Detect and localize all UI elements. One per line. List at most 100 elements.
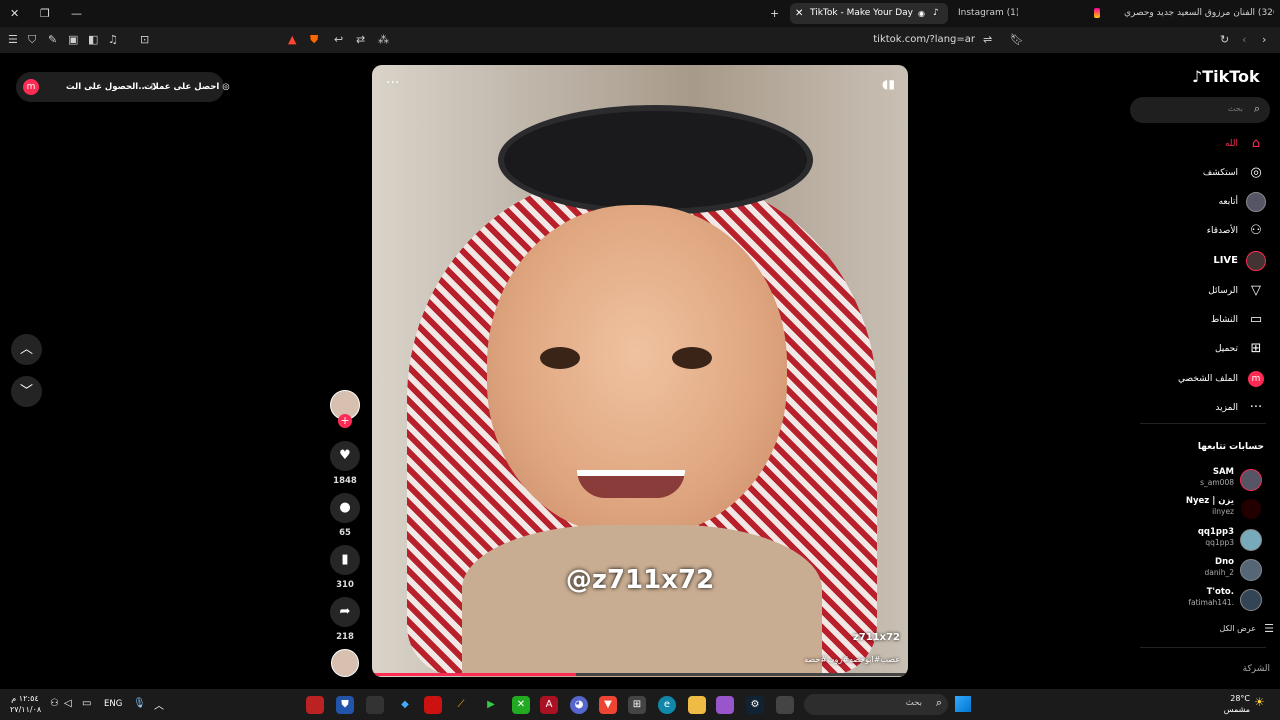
brave-rewards-icon[interactable]: ▲ xyxy=(288,27,296,53)
new-tab-icon[interactable]: + xyxy=(770,0,779,27)
site-settings-icon[interactable]: ⇌ xyxy=(983,27,992,53)
nav-friends[interactable]: الأصدقاء ⚇ xyxy=(1130,219,1266,243)
weather-widget[interactable]: 28°C مشمس xyxy=(1214,693,1250,715)
reload-icon[interactable]: ↻ xyxy=(1220,27,1229,53)
music-icon[interactable]: ♫ xyxy=(108,27,118,53)
video-author[interactable]: z711x72 xyxy=(853,632,900,643)
clock[interactable]: ١٢:٥٤ م ٢٧/١١/٠٨ xyxy=(10,693,41,715)
app-icon[interactable] xyxy=(716,696,734,714)
follow-plus-icon[interactable]: + xyxy=(338,414,352,428)
search-box[interactable]: ⌕ بحث xyxy=(1130,97,1270,123)
chevron-up-icon[interactable]: ︿ xyxy=(154,697,164,712)
windows-taskbar: ١٢:٥٤ م ٢٧/١١/٠٨ ⚇ ◁ ▭ ENG 🎙︎ ︿ ⛊ ◆ ⟋ ▶ … xyxy=(0,689,1280,720)
previous-video-button[interactable]: ︿ xyxy=(11,334,42,365)
app-icon[interactable] xyxy=(306,696,324,714)
get-app-button[interactable]: الحصول على الت... ▯ xyxy=(66,72,156,102)
nav-activity[interactable]: النشاط ▭ xyxy=(1130,308,1266,332)
avatar xyxy=(1240,498,1262,520)
show-all-link[interactable]: عرض الكل xyxy=(1219,624,1256,633)
sound-avatar[interactable] xyxy=(331,649,359,677)
tiktok-logo[interactable]: ♪TikTok xyxy=(1192,67,1260,86)
video-caption[interactable]: عصب#ابوحصه#روب#حصه xyxy=(804,655,900,664)
file-explorer-icon[interactable] xyxy=(688,696,706,714)
following-account[interactable]: Nyez | يزن ilnyez xyxy=(1130,496,1266,524)
mute-tab-icon[interactable]: ◉ xyxy=(918,3,925,24)
nav-more[interactable]: المزيد ··· xyxy=(1130,396,1266,420)
app-icon[interactable]: A xyxy=(540,696,558,714)
translate-icon[interactable]: ⇄ xyxy=(356,27,365,53)
following-account[interactable]: qq1pp3 qq1pp3 xyxy=(1130,527,1266,555)
steam-icon[interactable]: ⚙ xyxy=(746,696,764,714)
chat-icon[interactable]: ⚇ xyxy=(50,698,59,709)
avatar[interactable]: m xyxy=(23,79,39,95)
address-bar[interactable]: tiktok.com/?lang=ar xyxy=(820,27,975,53)
company-link[interactable]: الشركة xyxy=(1243,664,1270,674)
nav-profile[interactable]: الملف الشخصي m xyxy=(1130,367,1266,391)
pin-icon[interactable]: ✎ xyxy=(48,27,57,53)
following-account[interactable]: Dno danih_2 xyxy=(1130,557,1266,585)
app-icon[interactable]: ◆ xyxy=(396,696,414,714)
screenshot-icon[interactable]: ⊡ xyxy=(140,27,149,53)
tab-tiktok[interactable]: ✕ TikTok - Make Your Day ◉ ♪ xyxy=(790,3,948,24)
tab-instagram[interactable]: Instagram (1) xyxy=(952,3,1018,24)
back-icon[interactable]: ‹ xyxy=(1242,27,1246,53)
discord-icon[interactable]: ◕ xyxy=(570,696,588,714)
progress-track[interactable] xyxy=(372,673,908,676)
reader-icon[interactable]: ⁂ xyxy=(378,27,389,53)
get-coins-button[interactable]: احصل على عملات ◎ xyxy=(144,72,230,102)
xbox-icon[interactable]: ✕ xyxy=(512,696,530,714)
taskbar-search[interactable]: ⌕ بحث xyxy=(804,694,948,715)
shield-icon[interactable]: ⛉ xyxy=(28,27,36,53)
app-icon[interactable] xyxy=(424,696,442,714)
app-icon[interactable]: ⟋ xyxy=(452,696,470,714)
language-indicator[interactable]: ENG xyxy=(104,699,122,709)
forward-icon[interactable]: › xyxy=(1262,27,1266,53)
search-input[interactable]: بحث xyxy=(1228,104,1243,113)
store-icon[interactable]: ⊞ xyxy=(628,696,646,714)
nav-explore[interactable]: استكشف ◎ xyxy=(1130,161,1266,185)
nav-messages[interactable]: الرسائل ▽ xyxy=(1130,279,1266,303)
bookmark-icon[interactable]: 🔖︎ xyxy=(1010,27,1024,53)
windows-start-icon[interactable] xyxy=(955,696,971,712)
app-icon[interactable] xyxy=(366,696,384,714)
coin-icon: ◎ xyxy=(222,82,230,92)
restore-window-icon[interactable]: ❐ xyxy=(40,0,50,27)
brave-icon[interactable]: ▼ xyxy=(599,696,617,714)
share-button[interactable]: ➦ xyxy=(330,597,360,627)
friends-icon: ⚇ xyxy=(1250,223,1262,238)
volume-icon[interactable]: ◖▮ xyxy=(882,77,895,91)
wallet-icon[interactable]: ▣ xyxy=(68,27,78,53)
microphone-icon[interactable]: 🎙︎ xyxy=(133,698,146,709)
close-window-icon[interactable]: ✕ xyxy=(10,0,19,27)
sidebar-icon[interactable]: ◧ xyxy=(88,27,98,53)
app-icon[interactable] xyxy=(776,696,794,714)
next-video-button[interactable]: ﹀ xyxy=(11,376,42,407)
network-icon[interactable]: ▭ xyxy=(82,698,91,709)
like-button[interactable]: ♥ xyxy=(330,441,360,471)
nav-home[interactable]: الله ⌂ xyxy=(1130,132,1266,156)
tab-youtube[interactable]: (326) الفنان مرزوق السعيد جديد وحصري xyxy=(1094,3,1274,24)
speaker-icon[interactable]: ◁ xyxy=(64,698,72,709)
menu-icon[interactable]: ☰ xyxy=(8,27,18,53)
compass-icon: ◎ xyxy=(1250,165,1262,180)
video-player[interactable]: ··· ◖▮ @z711x72 z711x72 عصب#ابوحصه#روب#ح… xyxy=(372,65,908,677)
app-icon[interactable]: ▶ xyxy=(482,696,500,714)
close-tab-icon[interactable]: ✕ xyxy=(795,3,803,24)
brave-shield-icon[interactable]: ⛊ xyxy=(310,27,318,53)
shield-app-icon[interactable]: ⛊ xyxy=(336,696,354,714)
search-icon[interactable]: ⌕ xyxy=(1254,102,1260,116)
more-options-icon[interactable]: ··· xyxy=(386,75,399,91)
following-account[interactable]: SAM s_am008 xyxy=(1130,467,1266,495)
browser-toolbar: ☰ ⛉ ✎ ▣ ◧ ♫ ⊡ ▲ ⛊ ↩ ⇄ ⁂ tiktok.com/?lang… xyxy=(0,27,1280,53)
nav-upload[interactable]: تحميل ⊞ xyxy=(1130,337,1266,361)
comment-button[interactable]: ● xyxy=(330,493,360,523)
right-sidebar: ♪TikTok ⌕ بحث الله ⌂ استكشف ◎ أتابعه الأصد… xyxy=(1130,53,1280,689)
following-account[interactable]: T'oto. fatimah141. xyxy=(1130,587,1266,615)
reply-icon[interactable]: ↩ xyxy=(334,27,343,53)
minimize-window-icon[interactable]: — xyxy=(71,0,82,27)
nav-following[interactable]: أتابعه xyxy=(1130,190,1266,214)
edge-icon[interactable]: e xyxy=(658,696,676,714)
search-input[interactable]: بحث xyxy=(906,698,922,708)
nav-live[interactable]: LIVE xyxy=(1130,249,1266,273)
save-button[interactable]: ▮ xyxy=(330,545,360,575)
